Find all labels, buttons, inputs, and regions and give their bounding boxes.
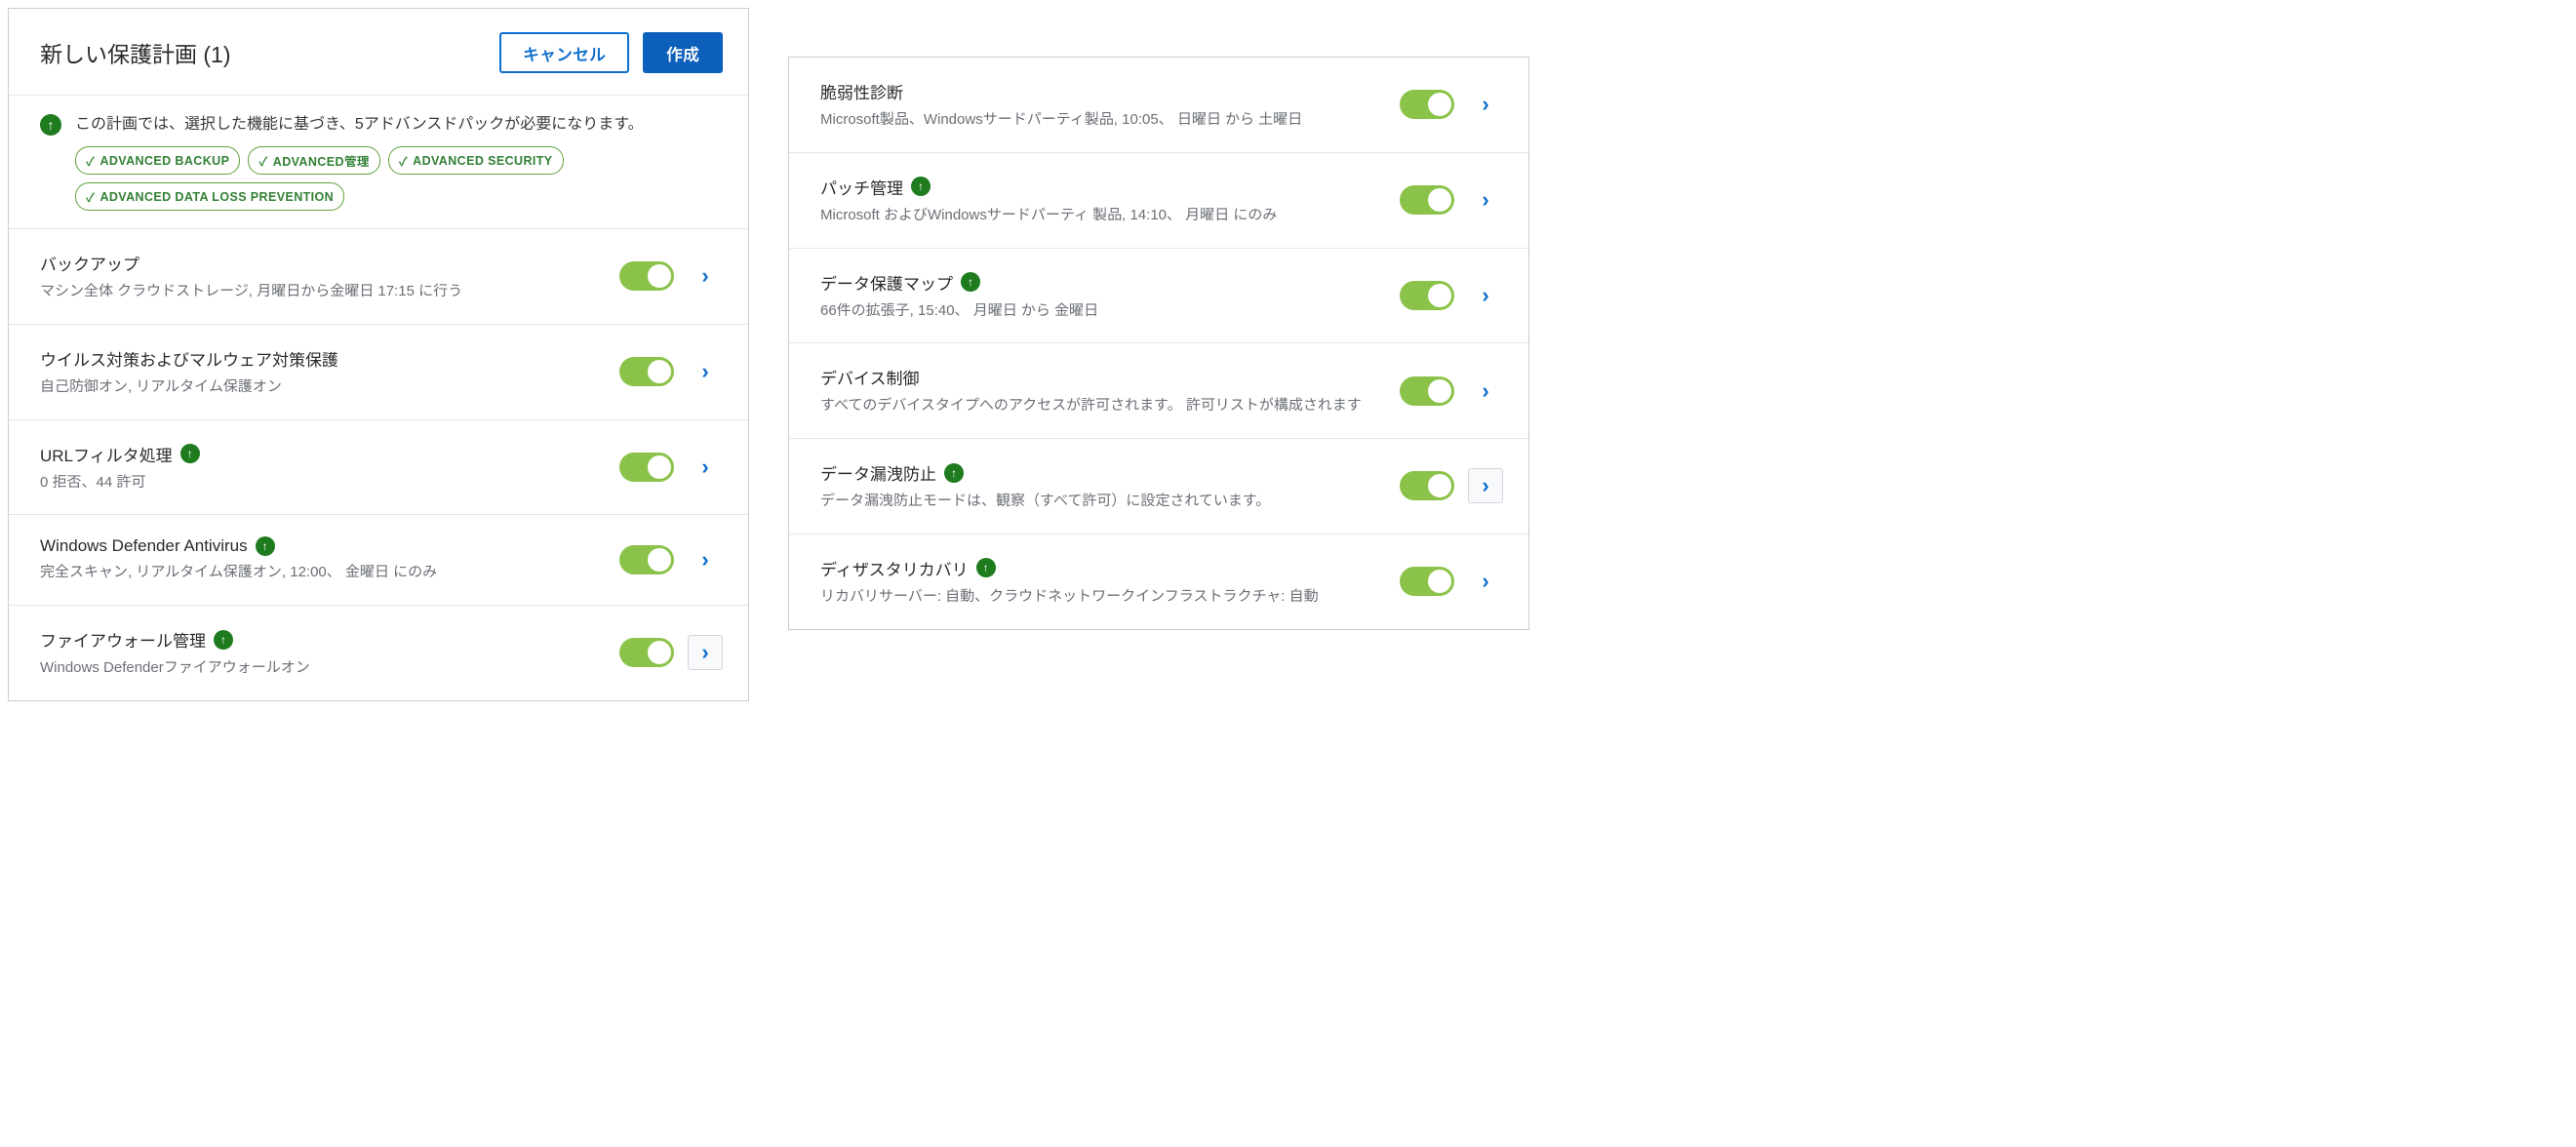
feature-title: ファイアウォール管理↑ [40, 627, 606, 652]
pill-advanced-dlp: ✓ADVANCED DATA LOSS PREVENTION [75, 182, 344, 211]
feature-item: データ漏洩防止↑ データ漏洩防止モードは、観察（すべて許可）に設定されています。 › [789, 438, 1528, 534]
feature-title: ウイルス対策およびマルウェア対策保護 [40, 346, 606, 371]
feature-title: バックアップ [40, 251, 606, 275]
expand-chevron-icon[interactable]: › [1468, 468, 1503, 503]
feature-main: 脆弱性診断 Microsoft製品、Windowsサードパーティ製品, 10:05… [820, 79, 1386, 131]
feature-title: 脆弱性診断 [820, 79, 1386, 103]
feature-main: バックアップマシン全体 クラウドストレージ, 月曜日から金曜日 17:15 に行… [40, 251, 606, 302]
feature-main: データ漏洩防止↑ データ漏洩防止モードは、観察（すべて許可）に設定されています。 [820, 460, 1386, 512]
feature-description: 自己防御オン, リアルタイム保護オン [40, 376, 606, 398]
advanced-packs-info: ↑ この計画では、選択した機能に基づき、5アドバンスドパックが必要になります。 … [9, 95, 748, 228]
advanced-icon: ↑ [944, 463, 964, 483]
feature-main: パッチ管理↑ Microsoft およびWindowsサードパーティ 製品, 14… [820, 175, 1386, 226]
feature-title: デバイス制御 [820, 365, 1386, 389]
advanced-icon: ↑ [961, 272, 980, 292]
toggle-switch[interactable] [619, 261, 674, 291]
feature-title: パッチ管理↑ [820, 175, 1386, 199]
feature-main: ファイアウォール管理↑ Windows Defenderファイアウォールオン [40, 627, 606, 679]
feature-description: マシン全体 クラウドストレージ, 月曜日から金曜日 17:15 に行う [40, 281, 606, 302]
feature-windows-defender-antivirus: Windows Defender Antivirus↑ 完全スキャン, リアルタイ… [9, 514, 748, 605]
feature-description: Microsoft およびWindowsサードパーティ 製品, 14:10、 月… [820, 205, 1386, 226]
advanced-icon: ↑ [911, 177, 931, 196]
expand-chevron-icon[interactable]: › [1468, 374, 1503, 409]
toggle-switch[interactable] [1400, 185, 1454, 215]
feature-title: データ漏洩防止↑ [820, 460, 1386, 485]
expand-chevron-icon[interactable]: › [1468, 564, 1503, 599]
feature-main: データ保護マップ↑ 66件の拡張子, 15:40、 月曜日 から 金曜日 [820, 270, 1386, 322]
expand-chevron-icon[interactable]: › [688, 354, 723, 389]
plan-header: 新しい保護計画 (1) キャンセル 作成 [9, 9, 748, 95]
advanced-pill-row: ✓ADVANCED BACKUP ✓ADVANCED管理 ✓ADVANCED S… [75, 146, 723, 211]
feature-description: データ漏洩防止モードは、観察（すべて許可）に設定されています。 [820, 491, 1386, 512]
advanced-icon: ↑ [256, 536, 275, 556]
header-actions: キャンセル 作成 [499, 32, 723, 73]
pill-advanced-backup: ✓ADVANCED BACKUP [75, 146, 240, 175]
feature-main: ディザスタリカバリ↑ リカバリサーバー: 自動、クラウドネットワークインフラストラ… [820, 556, 1386, 608]
feature-item: ウイルス対策およびマルウェア対策保護自己防御オン, リアルタイム保護オン › [9, 324, 748, 419]
feature-description: すべてのデバイスタイプへのアクセスが許可されます。 許可リストが構成されます [820, 395, 1386, 416]
feature-main: Windows Defender Antivirus↑ 完全スキャン, リアルタイ… [40, 536, 606, 583]
feature-item: パッチ管理↑ Microsoft およびWindowsサードパーティ 製品, 14… [789, 152, 1528, 248]
feature-main: デバイス制御すべてのデバイスタイプへのアクセスが許可されます。 許可リストが構成… [820, 365, 1386, 416]
feature-description: 66件の拡張子, 15:40、 月曜日 から 金曜日 [820, 300, 1386, 322]
cancel-button[interactable]: キャンセル [499, 32, 629, 73]
feature-description: Microsoft製品、Windowsサードパーティ製品, 10:05、 日曜日… [820, 109, 1386, 131]
advanced-icon: ↑ [214, 630, 233, 650]
expand-chevron-icon[interactable]: › [688, 258, 723, 294]
toggle-switch[interactable] [1400, 90, 1454, 119]
advanced-icon: ↑ [180, 444, 200, 463]
feature-title: ディザスタリカバリ↑ [820, 556, 1386, 580]
feature-main: ウイルス対策およびマルウェア対策保護自己防御オン, リアルタイム保護オン [40, 346, 606, 398]
expand-chevron-icon[interactable]: › [1468, 278, 1503, 313]
pill-advanced-security: ✓ADVANCED SECURITY [388, 146, 564, 175]
feature-item: 脆弱性診断 Microsoft製品、Windowsサードパーティ製品, 10:05… [789, 58, 1528, 152]
page-title: 新しい保護計画 (1) [40, 36, 231, 69]
toggle-switch[interactable] [1400, 567, 1454, 596]
feature-item: データ保護マップ↑ 66件の拡張子, 15:40、 月曜日 から 金曜日 › [789, 248, 1528, 343]
feature-item: ディザスタリカバリ↑ リカバリサーバー: 自動、クラウドネットワークインフラストラ… [789, 534, 1528, 629]
feature-description: 完全スキャン, リアルタイム保護オン, 12:00、 金曜日 にのみ [40, 562, 606, 583]
feature-item: バックアップマシン全体 クラウドストレージ, 月曜日から金曜日 17:15 に行… [9, 228, 748, 324]
advanced-icon: ↑ [976, 558, 996, 577]
expand-chevron-icon[interactable]: › [1468, 182, 1503, 218]
expand-chevron-icon[interactable]: › [688, 542, 723, 577]
advanced-icon: ↑ [40, 114, 61, 136]
protection-plan-panel-left: 新しい保護計画 (1) キャンセル 作成 ↑ この計画では、選択した機能に基づき… [8, 8, 749, 701]
expand-chevron-icon[interactable]: › [688, 635, 723, 670]
feature-description: リカバリサーバー: 自動、クラウドネットワークインフラストラクチャ: 自動 [820, 586, 1386, 608]
feature-item: デバイス制御すべてのデバイスタイプへのアクセスが許可されます。 許可リストが構成… [789, 342, 1528, 438]
create-button[interactable]: 作成 [643, 32, 723, 73]
protection-plan-panel-right: 脆弱性診断 Microsoft製品、Windowsサードパーティ製品, 10:05… [788, 57, 1529, 630]
feature-description: 0 拒否、44 許可 [40, 472, 606, 494]
feature-url: URLフィルタ処理↑ 0 拒否、44 許可 › [9, 419, 748, 515]
toggle-switch[interactable] [619, 453, 674, 482]
toggle-switch[interactable] [619, 638, 674, 667]
expand-chevron-icon[interactable]: › [688, 450, 723, 485]
expand-chevron-icon[interactable]: › [1468, 87, 1503, 122]
toggle-switch[interactable] [1400, 376, 1454, 406]
feature-description: Windows Defenderファイアウォールオン [40, 657, 606, 679]
toggle-switch[interactable] [619, 545, 674, 574]
toggle-switch[interactable] [1400, 471, 1454, 500]
toggle-switch[interactable] [1400, 281, 1454, 310]
feature-item: ファイアウォール管理↑ Windows Defenderファイアウォールオン › [9, 605, 748, 700]
feature-title: URLフィルタ処理↑ [40, 442, 606, 466]
feature-main: URLフィルタ処理↑ 0 拒否、44 許可 [40, 442, 606, 494]
toggle-switch[interactable] [619, 357, 674, 386]
feature-title: データ保護マップ↑ [820, 270, 1386, 295]
pill-advanced-management: ✓ADVANCED管理 [248, 146, 379, 175]
feature-title: Windows Defender Antivirus↑ [40, 536, 606, 556]
info-text: この計画では、選択した機能に基づき、5アドバンスドパックが必要になります。 [75, 113, 723, 137]
